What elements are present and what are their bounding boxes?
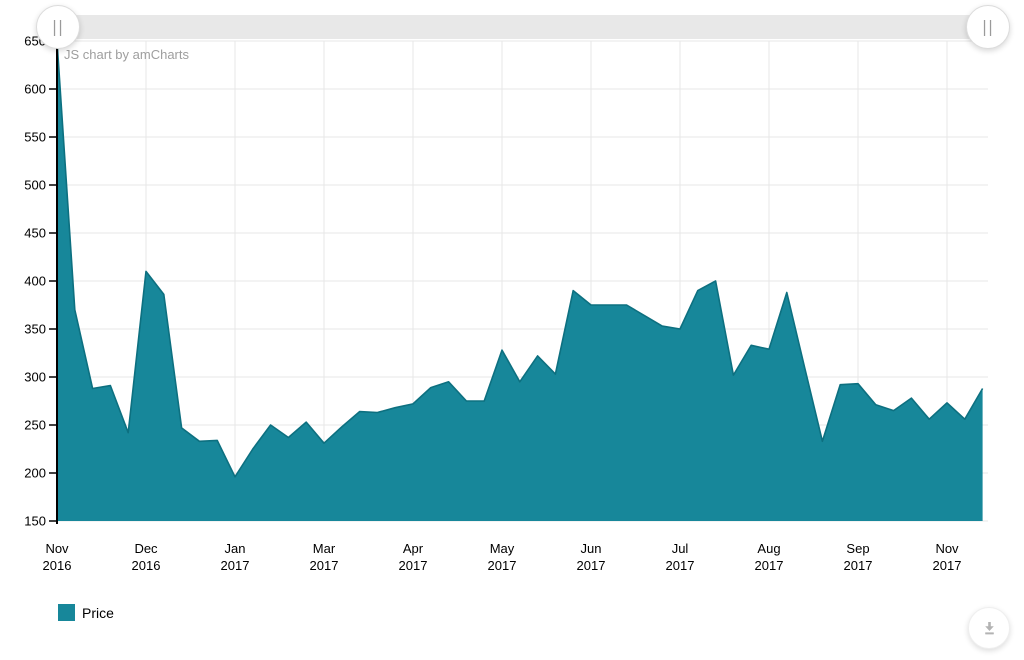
legend: Price — [58, 604, 114, 621]
scrollbar-right-handle[interactable]: || — [966, 5, 1010, 49]
x-axis-label-month: Jul — [672, 541, 689, 556]
x-axis-label-month: May — [490, 541, 515, 556]
y-axis-label: 550 — [24, 130, 46, 145]
x-axis-label-year: 2017 — [488, 558, 517, 573]
x-axis-label-month: Dec — [134, 541, 158, 556]
y-axis-label: 350 — [24, 322, 46, 337]
legend-marker — [58, 604, 75, 621]
drag-grip-icon: || — [52, 19, 64, 35]
x-axis-label-year: 2017 — [310, 558, 339, 573]
x-axis-label-month: Aug — [757, 541, 780, 556]
chart-scrollbar[interactable]: || || — [57, 15, 990, 39]
x-axis-label-year: 2017 — [844, 558, 873, 573]
download-button[interactable] — [968, 607, 1010, 649]
legend-item-price[interactable]: Price — [58, 604, 114, 621]
x-axis-label-year: 2017 — [933, 558, 962, 573]
x-axis-label-year: 2016 — [43, 558, 72, 573]
x-axis-label-month: Mar — [313, 541, 336, 556]
download-icon — [980, 619, 999, 638]
y-axis-label: 400 — [24, 274, 46, 289]
x-axis-label-year: 2017 — [755, 558, 784, 573]
drag-grip-icon: || — [982, 19, 994, 35]
y-axis-label: 200 — [24, 466, 46, 481]
price-area-chart[interactable]: 150200250300350400450500550600650Nov2016… — [0, 0, 1024, 580]
legend-label: Price — [82, 605, 114, 621]
y-axis-label: 150 — [24, 514, 46, 529]
x-axis-label-month: Jan — [225, 541, 246, 556]
x-axis-label-month: Sep — [846, 541, 869, 556]
x-axis-label-year: 2016 — [132, 558, 161, 573]
x-axis-label-year: 2017 — [221, 558, 250, 573]
x-axis-label-month: Nov — [935, 541, 959, 556]
x-axis-label-year: 2017 — [666, 558, 695, 573]
y-axis-label: 450 — [24, 226, 46, 241]
scrollbar-left-handle[interactable]: || — [36, 5, 80, 49]
y-axis-label: 300 — [24, 370, 46, 385]
x-axis-label-month: Apr — [403, 541, 424, 556]
x-axis-label-year: 2017 — [399, 558, 428, 573]
amcharts-watermark-link[interactable]: JS chart by amCharts — [64, 47, 189, 62]
x-axis-label-year: 2017 — [577, 558, 606, 573]
x-axis-label-month: Nov — [45, 541, 69, 556]
x-axis-label-month: Jun — [581, 541, 602, 556]
y-axis-label: 500 — [24, 178, 46, 193]
y-axis-label: 250 — [24, 418, 46, 433]
y-axis-label: 600 — [24, 82, 46, 97]
